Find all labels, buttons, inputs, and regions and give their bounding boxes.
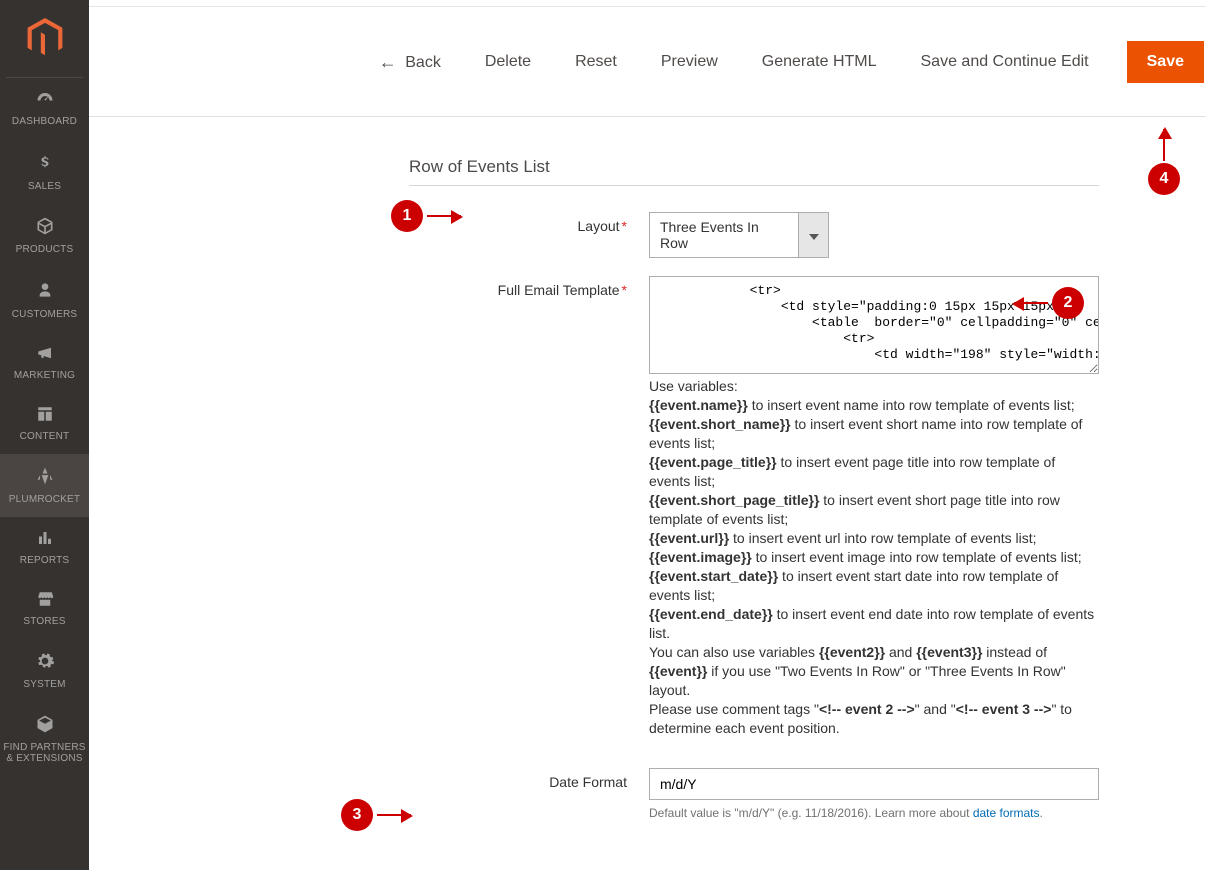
template-label: Full Email Template* [409,276,649,298]
arrow-left-icon: ← [379,52,397,72]
top-band [89,0,1206,7]
back-button[interactable]: ← Back [373,47,447,76]
layout-select[interactable]: Three Events In Row [649,212,799,258]
sidebar-item-dashboard[interactable]: DASHBOARD [0,78,89,139]
sidebar-label: FIND PARTNERS & EXTENSIONS [2,742,87,764]
sidebar-item-content[interactable]: CONTENT [0,393,89,454]
puzzle-icon [35,714,55,737]
sidebar-label: MARKETING [2,370,87,381]
layout-label: Layout* [409,212,649,234]
sidebar-label: PRODUCTS [2,244,87,255]
layout-select-toggle[interactable] [799,212,829,258]
store-icon [34,590,56,611]
gear-icon [35,651,55,674]
section-divider [409,185,1099,186]
magento-logo[interactable] [6,10,83,78]
back-label: Back [405,54,441,71]
sidebar-item-marketing[interactable]: MARKETING [0,332,89,393]
template-hint: Use variables:{{event.name}} to insert e… [649,377,1099,738]
sidebar-item-reports[interactable]: REPORTS [0,517,89,578]
action-toolbar: ← Back Delete Reset Preview Generate HTM… [89,7,1206,117]
sidebar-item-sales[interactable]: SALES [0,139,89,204]
delete-button[interactable]: Delete [479,49,537,75]
sidebar-label: STORES [2,616,87,627]
save-continue-button[interactable]: Save and Continue Edit [915,49,1095,75]
admin-sidebar: DASHBOARD SALES PRODUCTS CUSTOMERS MARKE… [0,0,89,870]
sidebar-label: PLUMROCKET [2,494,87,505]
sidebar-item-customers[interactable]: CUSTOMERS [0,267,89,332]
layout-value: Three Events In Row [660,219,788,251]
chevron-down-icon [809,227,819,243]
sidebar-label: CUSTOMERS [2,309,87,320]
sidebar-item-partners[interactable]: FIND PARTNERS & EXTENSIONS [0,702,89,776]
sidebar-label: SALES [2,181,87,192]
section-title: Row of Events List [409,157,1099,177]
generate-html-button[interactable]: Generate HTML [756,49,883,75]
layout-icon [35,405,55,426]
dollar-icon [38,151,52,176]
callout-3: 3 [341,799,411,831]
form-section: Row of Events List Layout* Three Events … [409,117,1099,820]
bars-icon [35,529,55,550]
date-formats-link[interactable]: date formats [973,806,1040,820]
cube-icon [35,216,55,239]
sidebar-label: CONTENT [2,431,87,442]
gauge-icon [34,90,56,111]
preview-button[interactable]: Preview [655,49,724,75]
sidebar-item-products[interactable]: PRODUCTS [0,204,89,267]
megaphone-icon [34,344,56,365]
sidebar-item-stores[interactable]: STORES [0,578,89,639]
sidebar-item-system[interactable]: SYSTEM [0,639,89,702]
plumrocket-icon [35,466,55,489]
date-format-input[interactable] [649,768,1099,800]
save-button[interactable]: Save [1127,41,1204,83]
sidebar-label: SYSTEM [2,679,87,690]
date-format-hint: Default value is "m/d/Y" (e.g. 11/18/201… [649,806,1099,820]
reset-button[interactable]: Reset [569,49,623,75]
sidebar-item-plumrocket[interactable]: PLUMROCKET [0,454,89,517]
callout-4: 4 [1148,129,1180,195]
date-format-label: Date Format [409,768,649,790]
full-email-template-textarea[interactable] [649,276,1099,374]
sidebar-label: DASHBOARD [2,116,87,127]
person-icon [37,279,53,304]
sidebar-label: REPORTS [2,555,87,566]
